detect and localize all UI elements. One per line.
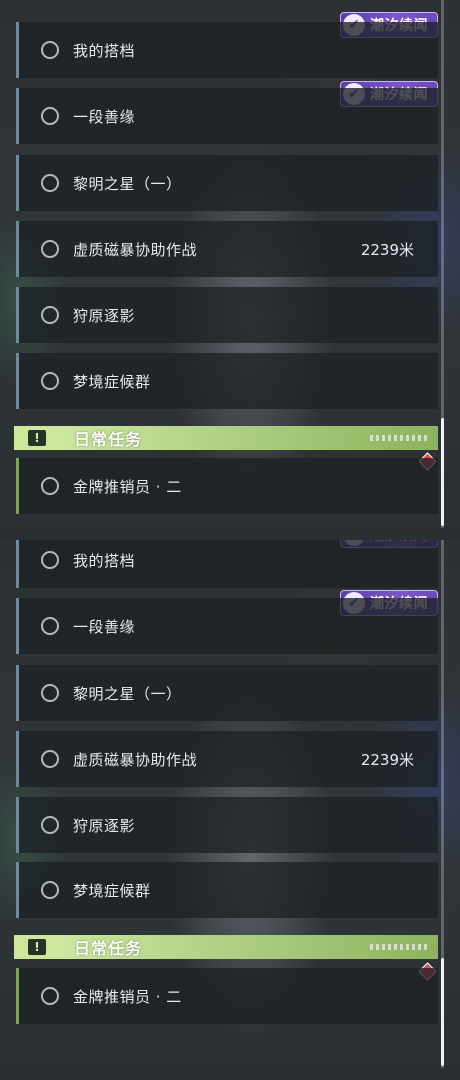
- daily-tasks-title: 日常任务: [74, 430, 143, 449]
- quest-row[interactable]: 梦境症候群: [16, 862, 438, 918]
- quest-label: 梦境症候群: [73, 372, 151, 391]
- quest-label: 金牌推销员 · 二: [73, 477, 182, 496]
- quest-panel-top: ✔ 潮汐续闻 我的搭档 ✔ 潮汐续闻 一段善缘 黎明之星（一） 虚质磁暴协助作战…: [0, 0, 460, 540]
- daily-quest-row[interactable]: 金牌推销员 · 二: [16, 968, 438, 1024]
- quest-label: 梦境症候群: [73, 881, 151, 900]
- quest-circle-icon: [41, 750, 59, 768]
- quest-circle-icon: [41, 41, 59, 59]
- quest-circle-icon: [41, 240, 59, 258]
- quest-circle-icon: [41, 684, 59, 702]
- daily-icon-box: !: [14, 426, 60, 450]
- scrollbar-thumb[interactable]: [441, 958, 444, 1066]
- quest-label: 黎明之星（一）: [73, 684, 182, 703]
- quest-row[interactable]: 黎明之星（一）: [16, 155, 438, 211]
- quest-row[interactable]: 狩原逐影: [16, 287, 438, 343]
- quest-circle-icon: [41, 816, 59, 834]
- daily-quest-row[interactable]: 金牌推销员 · 二: [16, 458, 438, 514]
- quest-row[interactable]: 黎明之星（一）: [16, 665, 438, 721]
- daily-tasks-header[interactable]: ! 日常任务: [14, 935, 438, 959]
- quest-label: 我的搭档: [73, 41, 136, 60]
- quest-label: 虚质磁暴协助作战: [73, 240, 198, 259]
- quest-circle-icon: [41, 174, 59, 192]
- quest-circle-icon: [41, 372, 59, 390]
- exclamation-icon: !: [28, 939, 46, 955]
- quest-circle-icon: [41, 881, 59, 899]
- quest-row[interactable]: 我的搭档: [16, 540, 438, 588]
- header-decoration: [370, 435, 430, 441]
- quest-label: 一段善缘: [73, 617, 136, 636]
- quest-row[interactable]: 梦境症候群: [16, 353, 438, 409]
- exclamation-icon: !: [28, 430, 46, 446]
- quest-row[interactable]: 一段善缘: [16, 88, 438, 144]
- quest-circle-icon: [41, 306, 59, 324]
- quest-distance: 2239米: [360, 750, 414, 769]
- quest-distance: 2239米: [360, 240, 414, 259]
- quest-row[interactable]: 我的搭档: [16, 22, 438, 78]
- quest-circle-icon: [41, 617, 59, 635]
- quest-row[interactable]: 虚质磁暴协助作战 2239米: [16, 731, 438, 787]
- daily-icon-box: !: [14, 935, 60, 959]
- quest-circle-icon: [41, 477, 59, 495]
- quest-row[interactable]: 一段善缘: [16, 598, 438, 654]
- quest-circle-icon: [41, 107, 59, 125]
- quest-row[interactable]: 虚质磁暴协助作战 2239米: [16, 221, 438, 277]
- header-decoration: [370, 944, 430, 950]
- quest-row[interactable]: 狩原逐影: [16, 797, 438, 853]
- quest-label: 金牌推销员 · 二: [73, 987, 182, 1006]
- daily-tasks-header[interactable]: ! 日常任务: [14, 426, 438, 450]
- daily-tasks-title: 日常任务: [74, 939, 143, 958]
- quest-label: 狩原逐影: [73, 816, 136, 835]
- scrollbar-thumb[interactable]: [441, 418, 444, 526]
- quest-label: 黎明之星（一）: [73, 174, 182, 193]
- quest-label: 一段善缘: [73, 107, 136, 126]
- quest-label: 虚质磁暴协助作战: [73, 750, 198, 769]
- quest-circle-icon: [41, 551, 59, 569]
- quest-label: 狩原逐影: [73, 306, 136, 325]
- quest-label: 我的搭档: [73, 551, 136, 570]
- quest-circle-icon: [41, 987, 59, 1005]
- quest-panel-bottom: ✔ 潮汐续闻 我的搭档 ✔ 潮汐续闻 一段善缘 黎明之星（一） 虚质磁暴协助作战…: [0, 540, 460, 1080]
